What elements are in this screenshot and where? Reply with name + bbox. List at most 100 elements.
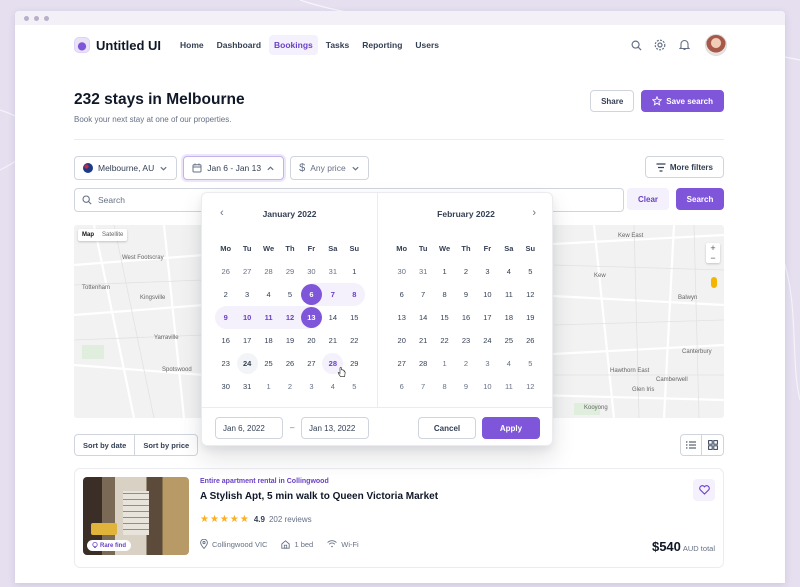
more-filters-button[interactable]: More filters — [644, 156, 724, 178]
sort-by-date-button[interactable]: Sort by date — [74, 434, 136, 456]
calendar-day[interactable]: 26 — [215, 260, 236, 283]
calendar-day[interactable]: 25 — [498, 329, 519, 352]
calendar-day[interactable]: 4 — [498, 260, 519, 283]
calendar-day[interactable]: 28 — [412, 352, 433, 375]
calendar-day-in-range[interactable]: 10 — [236, 306, 258, 329]
clear-button[interactable]: Clear — [627, 188, 670, 210]
zoom-out-button[interactable]: − — [706, 253, 720, 263]
calendar-day[interactable]: 24 — [477, 329, 498, 352]
settings-icon[interactable] — [653, 38, 667, 52]
calendar-day[interactable]: 12 — [520, 283, 541, 306]
listing-card[interactable]: Rare find Entire apartment rental in Col… — [74, 468, 724, 568]
grid-view-button[interactable] — [702, 434, 724, 456]
nav-item-tasks[interactable]: Tasks — [321, 35, 354, 55]
calendar-day[interactable]: 2 — [279, 375, 300, 398]
start-date-input[interactable]: Jan 6, 2022 — [215, 417, 283, 439]
street-view-pegman-icon[interactable] — [711, 277, 717, 288]
calendar-day[interactable]: 20 — [391, 329, 412, 352]
calendar-day[interactable]: 4 — [322, 375, 343, 398]
calendar-day[interactable]: 18 — [498, 306, 519, 329]
end-date-input[interactable]: Jan 13, 2022 — [301, 417, 369, 439]
calendar-day[interactable]: 26 — [520, 329, 541, 352]
satellite-view-button[interactable]: Satellite — [98, 229, 127, 241]
calendar-day[interactable]: 31 — [412, 260, 433, 283]
calendar-day[interactable]: 30 — [215, 375, 236, 398]
nav-item-dashboard[interactable]: Dashboard — [212, 35, 266, 55]
favorite-button[interactable] — [693, 479, 715, 501]
calendar-day[interactable]: 3 — [477, 352, 498, 375]
calendar-day[interactable]: 30 — [301, 260, 322, 283]
calendar-day[interactable]: 5 — [279, 283, 300, 306]
calendar-day-in-range[interactable]: 9 — [215, 306, 237, 329]
calendar-day[interactable]: 25 — [258, 352, 279, 375]
calendar-day[interactable]: 27 — [236, 260, 257, 283]
listing-title[interactable]: A Stylish Apt, 5 min walk to Queen Victo… — [200, 491, 438, 502]
calendar-day[interactable]: 5 — [520, 260, 541, 283]
calendar-day[interactable]: 11 — [498, 375, 519, 398]
calendar-day-selected-end[interactable]: 13 — [300, 306, 323, 329]
review-count[interactable]: 202 reviews — [269, 515, 312, 524]
calendar-day[interactable]: 14 — [412, 306, 433, 329]
calendar-day[interactable]: 12 — [520, 375, 541, 398]
calendar-day[interactable]: 9 — [455, 375, 476, 398]
search-button[interactable]: Search — [676, 188, 724, 210]
list-view-button[interactable] — [680, 434, 702, 456]
calendar-day-today[interactable]: 24 — [236, 352, 258, 375]
calendar-day-hovered[interactable]: 28 — [322, 352, 346, 377]
nav-item-bookings[interactable]: Bookings — [269, 35, 318, 55]
calendar-day[interactable]: 5 — [344, 375, 365, 398]
nav-item-users[interactable]: Users — [410, 35, 444, 55]
calendar-day[interactable]: 4 — [258, 283, 279, 306]
apply-button[interactable]: Apply — [482, 417, 540, 439]
calendar-day[interactable]: 1 — [434, 352, 455, 375]
calendar-day[interactable]: 21 — [322, 329, 343, 352]
calendar-day[interactable]: 20 — [301, 329, 322, 352]
calendar-day-in-range[interactable]: 8 — [343, 283, 365, 306]
calendar-day[interactable]: 11 — [498, 283, 519, 306]
calendar-day[interactable]: 13 — [391, 306, 412, 329]
search-icon[interactable] — [629, 38, 643, 52]
calendar-day[interactable]: 30 — [391, 260, 412, 283]
calendar-day[interactable]: 3 — [477, 260, 498, 283]
calendar-day[interactable]: 26 — [279, 352, 300, 375]
bell-icon[interactable] — [677, 38, 691, 52]
calendar-day[interactable]: 3 — [301, 375, 322, 398]
calendar-day-selected-start[interactable]: 6 — [300, 283, 323, 306]
calendar-day[interactable]: 22 — [344, 329, 365, 352]
calendar-day[interactable]: 8 — [434, 375, 455, 398]
save-search-button[interactable]: Save search — [641, 90, 724, 112]
calendar-day[interactable]: 6 — [391, 375, 412, 398]
calendar-day[interactable]: 17 — [236, 329, 257, 352]
calendar-day-in-range[interactable]: 11 — [257, 306, 280, 329]
price-select[interactable]: $ Any price — [290, 156, 369, 180]
calendar-day[interactable]: 2 — [215, 283, 236, 306]
calendar-day[interactable]: 19 — [279, 329, 300, 352]
calendar-day[interactable]: 6 — [391, 283, 412, 306]
calendar-day[interactable]: 10 — [477, 375, 498, 398]
calendar-day[interactable]: 10 — [477, 283, 498, 306]
calendar-day[interactable]: 29 — [344, 352, 365, 375]
calendar-day[interactable]: 16 — [215, 329, 236, 352]
calendar-day[interactable]: 8 — [434, 283, 455, 306]
calendar-day[interactable]: 18 — [258, 329, 279, 352]
date-range-select[interactable]: Jan 6 - Jan 13 — [183, 156, 285, 180]
calendar-day[interactable]: 2 — [455, 260, 476, 283]
sort-by-price-button[interactable]: Sort by price — [135, 434, 199, 456]
calendar-day[interactable]: 7 — [412, 283, 433, 306]
calendar-day[interactable]: 21 — [412, 329, 433, 352]
calendar-day-in-range[interactable]: 12 — [279, 306, 301, 329]
calendar-day[interactable]: 17 — [477, 306, 498, 329]
calendar-day[interactable]: 27 — [301, 352, 322, 375]
calendar-day[interactable]: 9 — [455, 283, 476, 306]
listing-photo[interactable]: Rare find — [83, 477, 189, 555]
user-avatar[interactable] — [705, 34, 727, 56]
calendar-day[interactable]: 2 — [455, 352, 476, 375]
calendar-day[interactable]: 4 — [498, 352, 519, 375]
calendar-day[interactable]: 5 — [520, 352, 541, 375]
calendar-day[interactable]: 27 — [391, 352, 412, 375]
calendar-day[interactable]: 19 — [520, 306, 541, 329]
calendar-day[interactable]: 23 — [455, 329, 476, 352]
calendar-day[interactable]: 15 — [434, 306, 455, 329]
calendar-day[interactable]: 15 — [344, 306, 365, 329]
calendar-day[interactable]: 1 — [258, 375, 279, 398]
